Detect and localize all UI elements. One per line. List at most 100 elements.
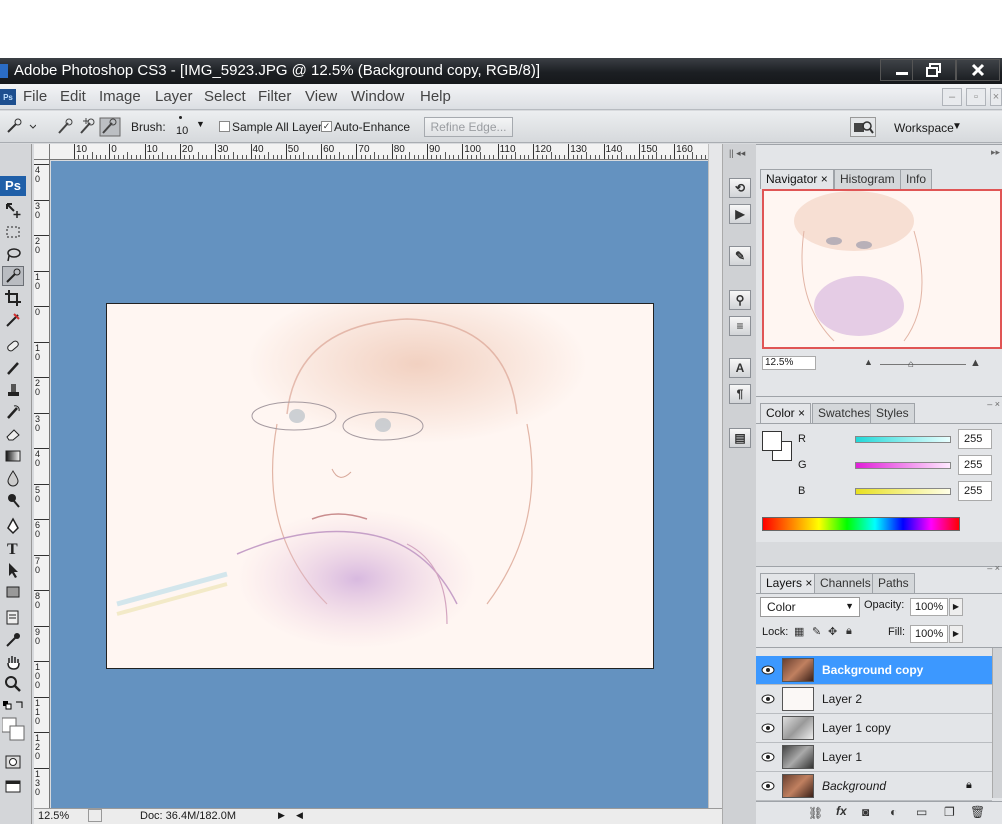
tab-channels[interactable]: Channels <box>814 573 877 593</box>
delete-layer-icon[interactable]: 🗑︎ <box>970 805 985 819</box>
green-value-field[interactable]: 255 <box>958 455 992 475</box>
tab-layers[interactable]: Layers × <box>760 573 819 593</box>
tab-navigator[interactable]: Navigator × <box>760 169 834 189</box>
brushes-panel-icon[interactable]: ⚲ <box>729 290 751 310</box>
adjustment-layer-icon[interactable]: ◐ <box>890 805 897 819</box>
lock-all-icon[interactable]: 🔒︎ <box>846 625 852 638</box>
tool-presets-icon[interactable]: ✎ <box>729 246 751 266</box>
tab-histogram[interactable]: Histogram <box>834 169 901 189</box>
new-layer-icon[interactable]: ❐ <box>944 805 955 819</box>
photo-document[interactable] <box>106 303 654 669</box>
close-button[interactable] <box>956 59 1000 81</box>
lock-position-icon[interactable]: ✥ <box>828 625 837 638</box>
type-tool-icon[interactable]: T <box>2 538 24 558</box>
tab-paths[interactable]: Paths <box>872 573 915 593</box>
layer-row-layer-1-copy[interactable]: Layer 1 copy <box>756 714 992 743</box>
lock-transparent-icon[interactable]: ▦ <box>794 625 804 638</box>
visibility-eye-icon[interactable] <box>760 750 776 764</box>
slice-tool-icon[interactable] <box>2 310 24 330</box>
zoom-tool-icon[interactable] <box>2 674 24 694</box>
navigator-slider-thumb[interactable]: ⌂ <box>908 359 914 370</box>
menu-image[interactable]: Image <box>99 88 141 105</box>
tool-preset-picker[interactable] <box>6 118 37 137</box>
menu-view[interactable]: View <box>305 88 337 105</box>
menu-select[interactable]: Select <box>204 88 246 105</box>
eraser-tool-icon[interactable] <box>2 424 24 444</box>
status-icon[interactable] <box>88 809 102 822</box>
fill-slider-button[interactable]: ▶ <box>949 625 963 643</box>
red-slider[interactable] <box>855 436 951 443</box>
blue-slider[interactable] <box>855 488 951 495</box>
opacity-slider-button[interactable]: ▶ <box>949 598 963 616</box>
menu-file[interactable]: File <box>23 88 47 105</box>
notes-tool-icon[interactable] <box>2 608 24 628</box>
crop-tool-icon[interactable] <box>2 288 24 308</box>
visibility-eye-icon[interactable] <box>760 721 776 735</box>
clone-stamp-tool-icon[interactable] <box>2 380 24 400</box>
layer-row-background[interactable]: Background 🔒︎ <box>756 772 992 801</box>
new-selection-icon[interactable] <box>58 118 73 134</box>
status-menu-arrow-icon[interactable]: ▶ <box>278 810 285 821</box>
history-panel-icon[interactable]: ⟲ <box>729 178 751 198</box>
scroll-left-icon[interactable]: ◀ <box>296 810 303 821</box>
visibility-eye-icon[interactable] <box>760 663 776 677</box>
layers-scrollbar[interactable] <box>992 648 1002 798</box>
red-value-field[interactable]: 255 <box>958 429 992 449</box>
link-layers-icon[interactable]: ⛓ <box>808 806 823 820</box>
opacity-field[interactable]: 100% <box>910 598 948 616</box>
ruler-origin[interactable] <box>34 144 50 160</box>
quick-mask-icon[interactable] <box>2 752 24 772</box>
layer-name[interactable]: Background copy <box>822 663 923 677</box>
bridge-button[interactable] <box>850 117 876 137</box>
rectangle-tool-icon[interactable] <box>2 582 24 602</box>
navigator-zoom-field[interactable]: 12.5% <box>762 356 816 370</box>
status-zoom[interactable]: 12.5% <box>38 810 69 822</box>
pen-tool-icon[interactable] <box>2 516 24 536</box>
visibility-eye-icon[interactable] <box>760 779 776 793</box>
menu-filter[interactable]: Filter <box>258 88 291 105</box>
tab-swatches[interactable]: Swatches <box>812 403 877 423</box>
doc-close-button[interactable]: × <box>990 88 1002 106</box>
new-group-icon[interactable]: ▭ <box>916 805 927 819</box>
tab-styles[interactable]: Styles <box>870 403 915 423</box>
green-slider[interactable] <box>855 462 951 469</box>
layer-name[interactable]: Background <box>822 779 886 793</box>
character-panel-icon[interactable]: A <box>729 358 751 378</box>
document-canvas[interactable] <box>51 161 708 808</box>
eyedropper-tool-icon[interactable] <box>2 630 24 650</box>
zoom-out-icon[interactable]: ▲ <box>864 357 873 367</box>
history-brush-tool-icon[interactable] <box>2 402 24 422</box>
healing-brush-tool-icon[interactable] <box>2 336 24 356</box>
ps-logo[interactable]: Ps <box>0 176 26 196</box>
layer-comps-icon[interactable]: ▤ <box>729 428 751 448</box>
menu-layer[interactable]: Layer <box>155 88 193 105</box>
hand-tool-icon[interactable] <box>2 652 24 672</box>
actions-panel-icon[interactable]: ▶ <box>729 204 751 224</box>
dodge-tool-icon[interactable] <box>2 490 24 510</box>
foreground-swatch[interactable] <box>762 431 782 451</box>
doc-minimize-button[interactable]: – <box>942 88 962 106</box>
blend-mode-select[interactable]: Color ▼ <box>760 597 860 617</box>
path-selection-tool-icon[interactable] <box>2 560 24 580</box>
quick-selection-tool-icon[interactable] <box>2 266 24 286</box>
ps-doc-icon[interactable]: Ps <box>0 89 16 105</box>
lock-pixels-icon[interactable]: ✎ <box>812 625 821 638</box>
layer-name[interactable]: Layer 1 copy <box>822 721 891 735</box>
canvas-vertical-scrollbar[interactable] <box>708 144 722 810</box>
paragraph-panel-icon[interactable]: ¶ <box>729 384 751 404</box>
tab-info[interactable]: Info <box>900 169 933 189</box>
blur-tool-icon[interactable] <box>2 468 24 488</box>
add-to-selection-icon[interactable] <box>80 118 95 134</box>
refine-edge-button[interactable]: Refine Edge... <box>424 117 513 137</box>
auto-enhance-checkbox[interactable]: ✓ <box>321 121 332 132</box>
layer-name[interactable]: Layer 2 <box>822 692 862 706</box>
layer-name[interactable]: Layer 1 <box>822 750 862 764</box>
doc-restore-button[interactable]: ▫ <box>966 88 986 106</box>
tab-color[interactable]: Color × <box>760 403 812 423</box>
zoom-in-icon[interactable]: ▲ <box>970 357 981 369</box>
color-swatches[interactable] <box>1 700 28 744</box>
screen-mode-icon[interactable] <box>2 776 24 796</box>
layer-mask-icon[interactable]: ◙ <box>862 805 869 819</box>
clone-source-icon[interactable]: ≡ <box>729 316 751 336</box>
layer-row-layer-2[interactable]: Layer 2 <box>756 685 992 714</box>
